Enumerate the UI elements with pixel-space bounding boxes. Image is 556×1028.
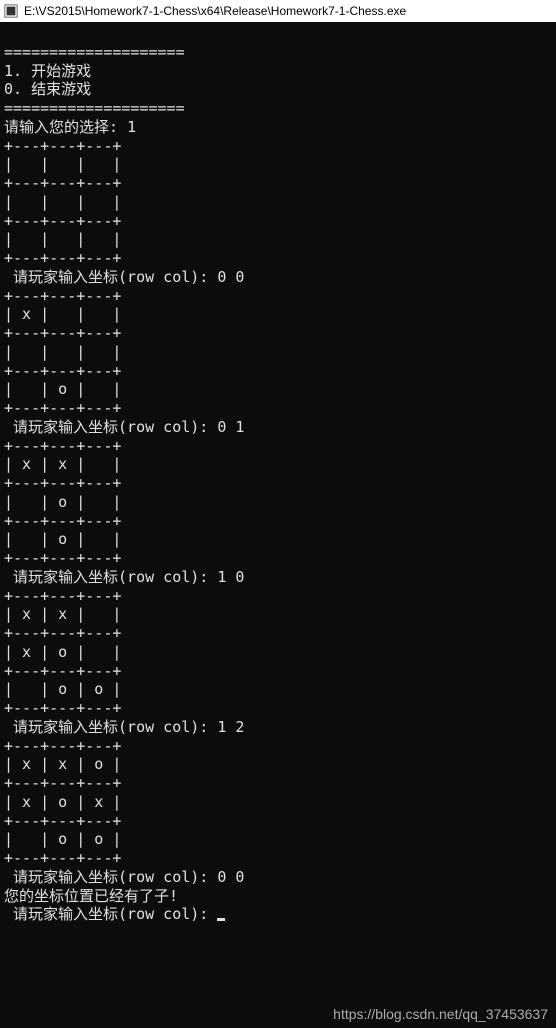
board-border: +---+---+---+ (4, 849, 121, 867)
board-border: +---+---+---+ (4, 474, 121, 492)
board-border: +---+---+---+ (4, 512, 121, 530)
board-border: +---+---+---+ (4, 287, 121, 305)
coord-prompt-current[interactable]: 请玩家输入坐标(row col): (4, 905, 225, 923)
board-row: | x | x | | (4, 455, 121, 473)
board-border: +---+---+---+ (4, 437, 121, 455)
window-title: E:\VS2015\Homework7-1-Chess\x64\Release\… (24, 4, 406, 18)
console-output: ==================== 1. 开始游戏 0. 结束游戏 ===… (0, 22, 556, 926)
board-border: +---+---+---+ (4, 174, 121, 192)
coord-prompt-3: 请玩家输入坐标(row col): 1 0 (4, 568, 244, 586)
board-border: +---+---+---+ (4, 249, 121, 267)
board-border: +---+---+---+ (4, 662, 121, 680)
board-row: | | o | | (4, 530, 121, 548)
board-row: | x | | | (4, 305, 121, 323)
occupied-message: 您的坐标位置已经有了子! (4, 887, 178, 905)
board-border: +---+---+---+ (4, 324, 121, 342)
menu-start: 1. 开始游戏 (4, 62, 91, 80)
menu-divider-top: ==================== (4, 43, 185, 61)
board-row: | | | | (4, 193, 121, 211)
watermark: https://blog.csdn.net/qq_37453637 (333, 1006, 548, 1022)
coord-prompt-5: 请玩家输入坐标(row col): 0 0 (4, 868, 244, 886)
cursor-icon (217, 918, 225, 921)
app-icon (4, 4, 18, 18)
board-row: | x | o | | (4, 643, 121, 661)
menu-divider-bottom: ==================== (4, 99, 185, 117)
board-border: +---+---+---+ (4, 399, 121, 417)
board-row: | | o | | (4, 493, 121, 511)
board-border: +---+---+---+ (4, 137, 121, 155)
board-row: | | o | o | (4, 830, 121, 848)
board-border: +---+---+---+ (4, 549, 121, 567)
board-row: | x | x | o | (4, 755, 121, 773)
board-border: +---+---+---+ (4, 699, 121, 717)
coord-prompt-2: 请玩家输入坐标(row col): 0 1 (4, 418, 244, 436)
board-row: | | | | (4, 155, 121, 173)
coord-prompt-4: 请玩家输入坐标(row col): 1 2 (4, 718, 244, 736)
board-border: +---+---+---+ (4, 774, 121, 792)
board-row: | | | | (4, 230, 121, 248)
board-row: | | | | (4, 343, 121, 361)
window-title-bar[interactable]: E:\VS2015\Homework7-1-Chess\x64\Release\… (0, 0, 556, 22)
board-border: +---+---+---+ (4, 737, 121, 755)
board-border: +---+---+---+ (4, 812, 121, 830)
board-row: | x | o | x | (4, 793, 121, 811)
board-row: | | o | | (4, 380, 121, 398)
menu-end: 0. 结束游戏 (4, 80, 91, 98)
board-border: +---+---+---+ (4, 587, 121, 605)
board-row: | | o | o | (4, 680, 121, 698)
board-border: +---+---+---+ (4, 362, 121, 380)
choice-line: 请输入您的选择: 1 (4, 118, 136, 136)
board-row: | x | x | | (4, 605, 121, 623)
coord-prompt-1: 请玩家输入坐标(row col): 0 0 (4, 268, 244, 286)
board-border: +---+---+---+ (4, 624, 121, 642)
board-border: +---+---+---+ (4, 212, 121, 230)
